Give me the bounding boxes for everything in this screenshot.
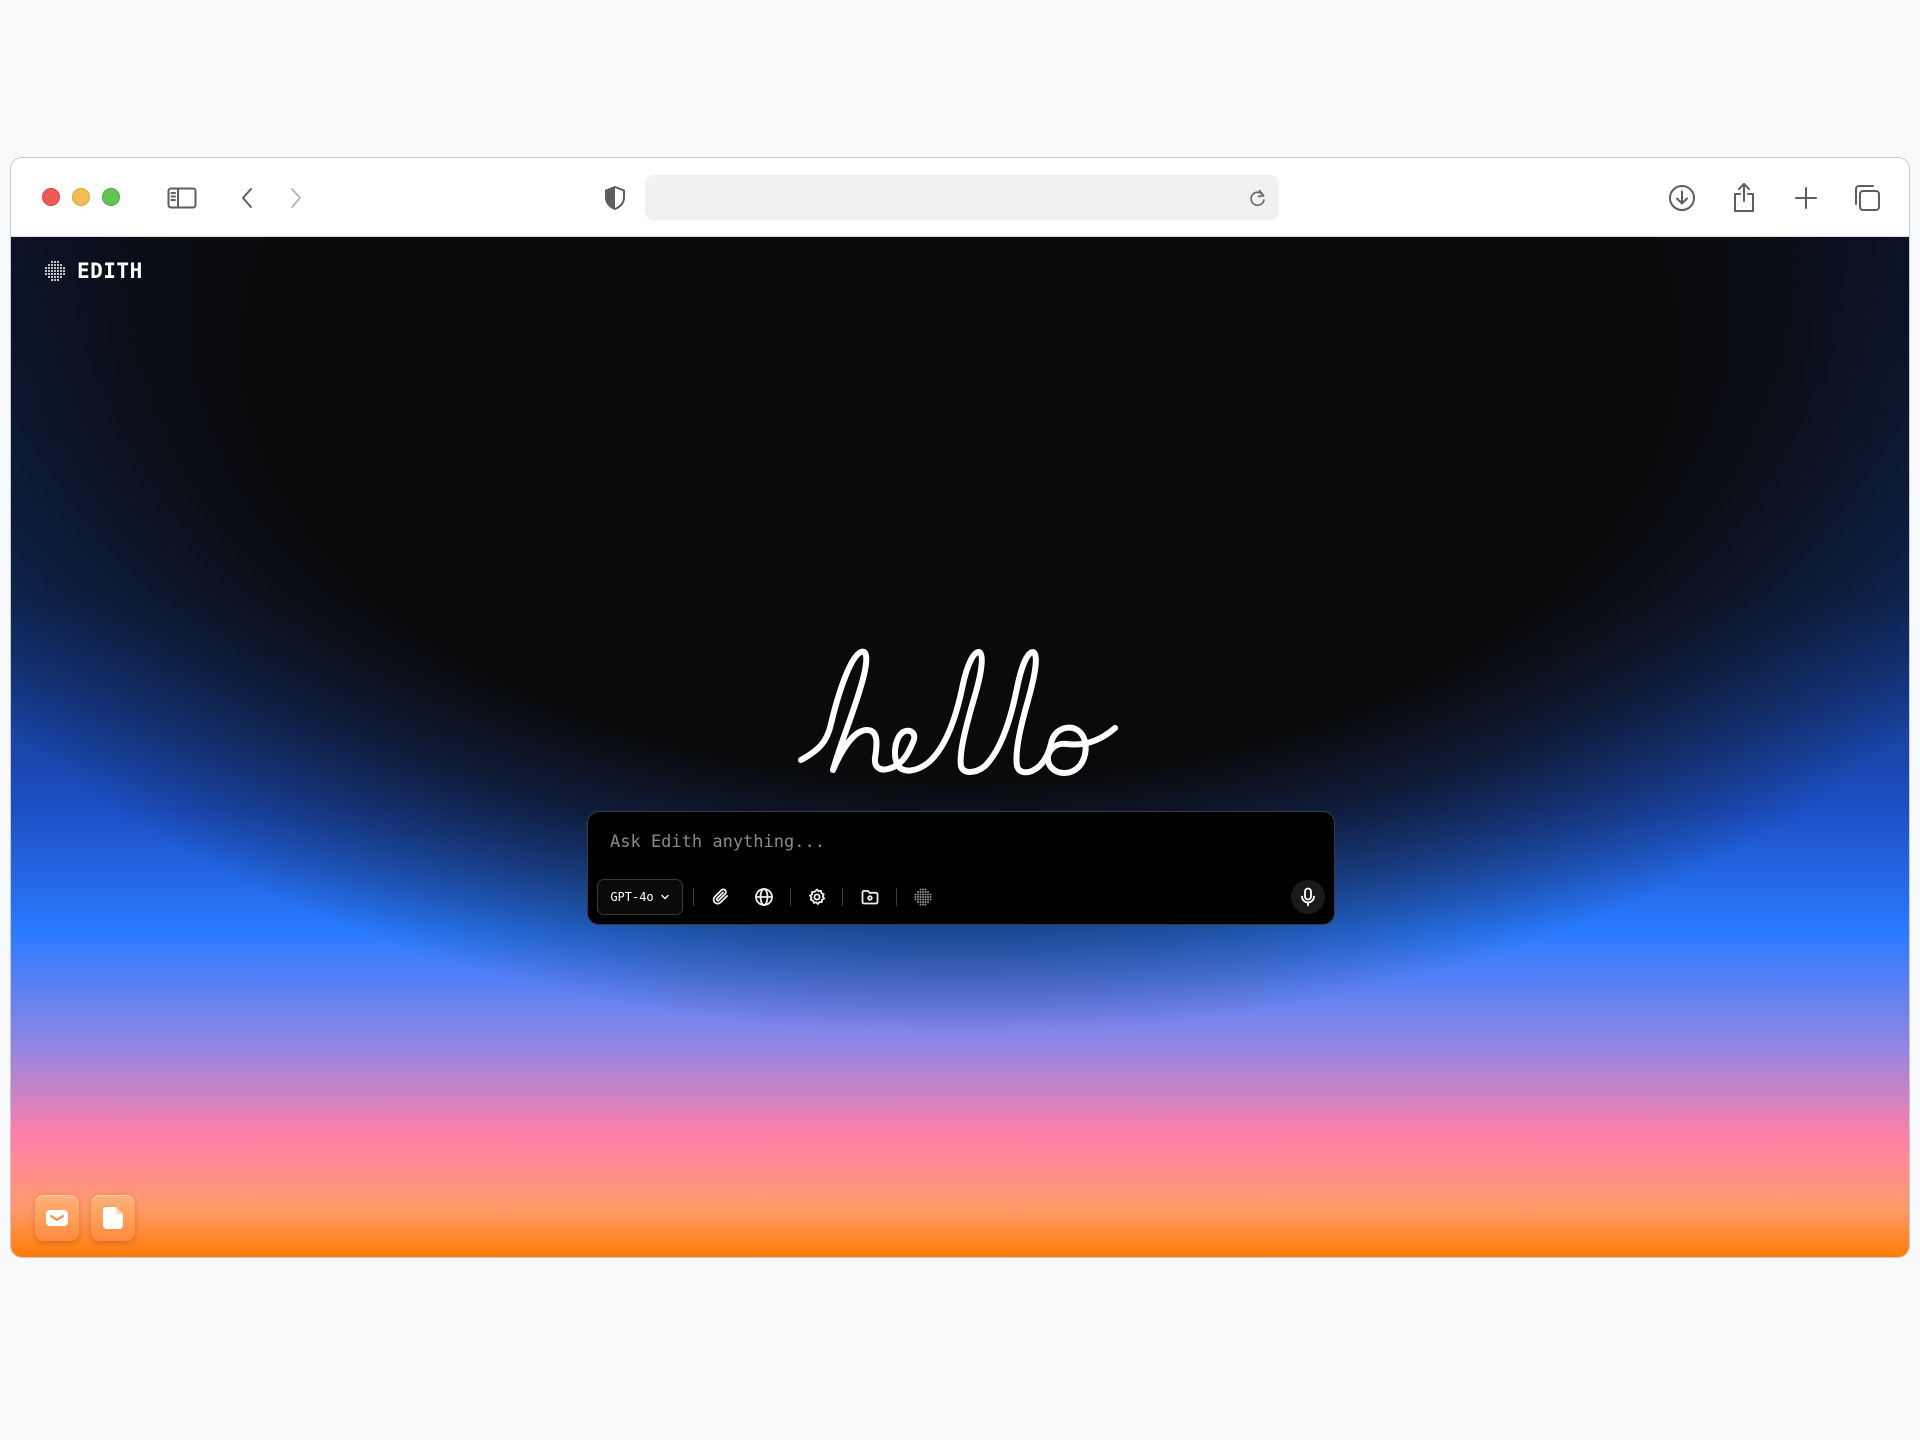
microphone-icon: [1301, 887, 1315, 907]
hello-lettering: hello: [791, 642, 1118, 776]
address-bar[interactable]: [645, 175, 1279, 220]
new-tab-icon[interactable]: [1788, 180, 1824, 216]
notes-icon: [103, 1207, 123, 1229]
back-icon[interactable]: [229, 180, 265, 216]
shield-icon[interactable]: [597, 180, 633, 216]
url-input[interactable]: [645, 175, 1235, 220]
close-window-button[interactable]: [42, 188, 60, 206]
folder-icon[interactable]: [855, 882, 885, 912]
tab-overview-icon[interactable]: [1849, 180, 1885, 216]
toolbar-divider: [693, 888, 694, 906]
reload-icon[interactable]: [1245, 185, 1271, 211]
prompt-input[interactable]: [588, 812, 1334, 872]
app-content: EDITH hello GPT-4o: [11, 237, 1909, 1257]
settings-icon[interactable]: [802, 882, 832, 912]
toolbar-divider: [790, 888, 791, 906]
hero-text: hello: [791, 642, 794, 643]
minimize-window-button[interactable]: [72, 188, 90, 206]
globe-icon[interactable]: [749, 882, 779, 912]
model-select[interactable]: GPT-4o: [597, 879, 683, 915]
model-select-label: GPT-4o: [610, 890, 654, 904]
microphone-button[interactable]: [1291, 880, 1325, 914]
brand[interactable]: EDITH: [43, 259, 143, 283]
mail-app-button[interactable]: [35, 1195, 79, 1241]
edith-mode-icon[interactable]: [908, 882, 938, 912]
toolbar-divider: [896, 888, 897, 906]
zoom-window-button[interactable]: [102, 188, 120, 206]
notes-app-button[interactable]: [91, 1195, 135, 1241]
browser-toolbar: [11, 158, 1909, 237]
toolbar-divider: [842, 888, 843, 906]
mail-icon: [46, 1210, 68, 1226]
chevron-down-icon: [660, 894, 669, 900]
brand-name: EDITH: [77, 259, 143, 283]
share-icon[interactable]: [1726, 180, 1762, 216]
prompt-box: GPT-4o: [587, 811, 1335, 925]
sidebar-icon[interactable]: [164, 180, 200, 216]
download-icon[interactable]: [1664, 180, 1700, 216]
attach-icon[interactable]: [706, 882, 736, 912]
forward-icon[interactable]: [278, 180, 314, 216]
browser-window: EDITH hello GPT-4o: [10, 157, 1910, 1258]
brand-logo-icon: [44, 260, 66, 282]
